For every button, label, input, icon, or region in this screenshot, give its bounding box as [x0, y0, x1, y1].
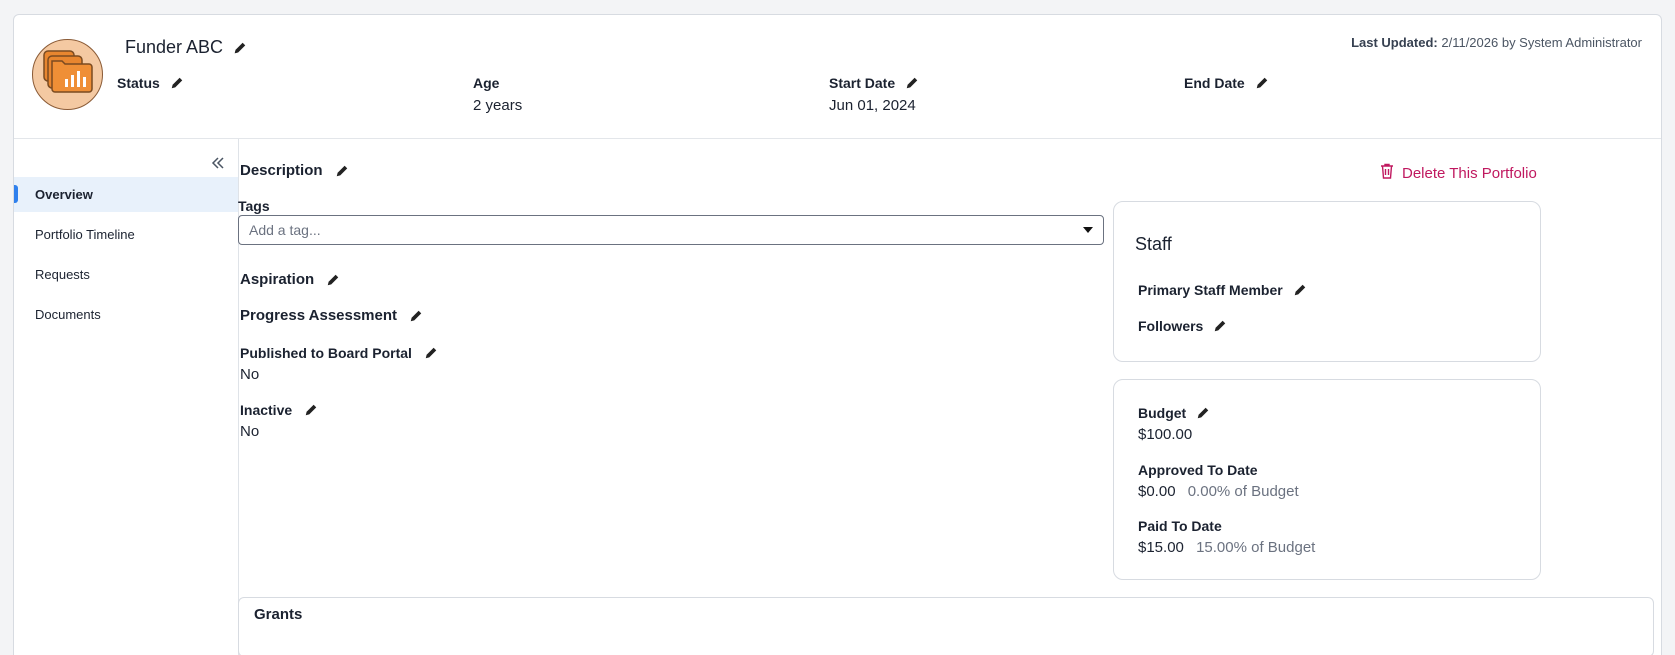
- tags-label: Tags: [238, 198, 270, 214]
- followers-label: Followers: [1138, 318, 1204, 334]
- edit-budget-pencil-icon[interactable]: [1196, 406, 1210, 420]
- staff-panel: Staff Primary Staff Member Followers: [1113, 201, 1541, 362]
- age-value: 2 years: [473, 97, 523, 114]
- followers-field: Followers: [1138, 318, 1227, 334]
- portfolio-card: Funder ABC Last Updated: 2/11/2026 by Sy…: [13, 14, 1662, 655]
- approved-percent: 0.00% of Budget: [1187, 483, 1299, 500]
- start-date-value: Jun 01, 2024: [829, 97, 916, 114]
- status-label: Status: [117, 75, 160, 91]
- edit-published-pencil-icon[interactable]: [424, 346, 438, 360]
- aspiration-label: Aspiration: [240, 271, 315, 288]
- budget-field: Budget: [1138, 405, 1210, 421]
- published-value: No: [240, 366, 260, 383]
- paid-row: $15.00 15.00% of Budget: [1138, 539, 1315, 556]
- primary-staff-field: Primary Staff Member: [1138, 282, 1307, 298]
- inactive-field: Inactive: [240, 402, 318, 418]
- delete-portfolio-label: Delete This Portfolio: [1402, 164, 1537, 182]
- page-title: Funder ABC: [125, 37, 224, 57]
- last-updated-label: Last Updated:: [1351, 35, 1438, 50]
- edit-inactive-pencil-icon[interactable]: [304, 403, 318, 417]
- budget-value: $100.00: [1138, 426, 1193, 443]
- progress-assessment-label: Progress Assessment: [240, 307, 398, 324]
- sidebar-nav: Overview Portfolio Timeline Requests Doc…: [14, 177, 238, 334]
- paid-label: Paid To Date: [1138, 518, 1222, 534]
- edit-start-date-pencil-icon[interactable]: [905, 76, 919, 90]
- edit-end-date-pencil-icon[interactable]: [1255, 76, 1269, 90]
- edit-progress-pencil-icon[interactable]: [409, 309, 423, 323]
- inactive-label: Inactive: [240, 402, 293, 418]
- start-date-field: Start Date Jun 01, 2024: [829, 75, 919, 114]
- title-row: Funder ABC: [125, 37, 247, 58]
- folder-chart-icon: [42, 49, 94, 100]
- staff-panel-title: Staff: [1135, 234, 1172, 254]
- last-updated-value: 2/11/2026 by System Administrator: [1441, 35, 1642, 50]
- edit-primary-staff-pencil-icon[interactable]: [1293, 283, 1307, 297]
- description-field: Description: [240, 162, 349, 179]
- sidebar-item-label: Requests: [35, 266, 90, 282]
- portfolio-avatar: [32, 39, 103, 110]
- approved-value: $0.00: [1138, 483, 1176, 500]
- approved-label: Approved To Date: [1138, 462, 1258, 478]
- inactive-value: No: [240, 423, 260, 440]
- sidebar-item-portfolio-timeline[interactable]: Portfolio Timeline: [14, 214, 238, 254]
- sidebar: Overview Portfolio Timeline Requests Doc…: [14, 139, 239, 655]
- progress-assessment-field: Progress Assessment: [240, 307, 423, 324]
- sidebar-item-requests[interactable]: Requests: [14, 254, 238, 294]
- edit-status-pencil-icon[interactable]: [170, 76, 184, 90]
- sidebar-item-documents[interactable]: Documents: [14, 294, 238, 334]
- published-field: Published to Board Portal: [240, 345, 438, 361]
- status-field: Status: [117, 75, 184, 97]
- grants-card: Grants: [238, 597, 1654, 655]
- primary-staff-label: Primary Staff Member: [1138, 282, 1283, 298]
- aspiration-field: Aspiration: [240, 271, 340, 288]
- budget-label: Budget: [1138, 405, 1187, 421]
- end-date-field: End Date: [1184, 75, 1269, 97]
- double-chevron-left-icon[interactable]: [210, 155, 226, 171]
- paid-percent: 15.00% of Budget: [1196, 539, 1316, 556]
- sidebar-item-label: Portfolio Timeline: [35, 226, 135, 242]
- edit-aspiration-pencil-icon[interactable]: [326, 273, 340, 287]
- sidebar-item-label: Overview: [35, 187, 93, 202]
- edit-followers-pencil-icon[interactable]: [1213, 319, 1227, 333]
- grants-title: Grants: [254, 606, 303, 623]
- header-divider: [14, 138, 1661, 139]
- sidebar-item-label: Documents: [35, 306, 101, 322]
- tags-placeholder: Add a tag...: [249, 222, 321, 238]
- sidebar-item-overview[interactable]: Overview: [14, 177, 238, 212]
- budget-panel: Budget $100.00 Approved To Date $0.00 0.…: [1113, 379, 1541, 580]
- published-label: Published to Board Portal: [240, 345, 412, 361]
- age-label: Age: [473, 75, 500, 91]
- caret-down-icon: [1083, 227, 1093, 233]
- tags-select[interactable]: Add a tag...: [238, 215, 1104, 245]
- edit-title-pencil-icon[interactable]: [233, 41, 247, 55]
- last-updated: Last Updated: 2/11/2026 by System Admini…: [1351, 35, 1642, 50]
- end-date-label: End Date: [1184, 75, 1245, 91]
- start-date-label: Start Date: [829, 75, 896, 91]
- paid-value: $15.00: [1138, 539, 1184, 556]
- description-label: Description: [240, 162, 323, 179]
- trash-icon: [1380, 163, 1394, 183]
- edit-description-pencil-icon[interactable]: [335, 164, 349, 178]
- age-field: Age 2 years: [473, 75, 522, 114]
- approved-row: $0.00 0.00% of Budget: [1138, 483, 1299, 500]
- delete-portfolio-button[interactable]: Delete This Portfolio: [1380, 163, 1537, 183]
